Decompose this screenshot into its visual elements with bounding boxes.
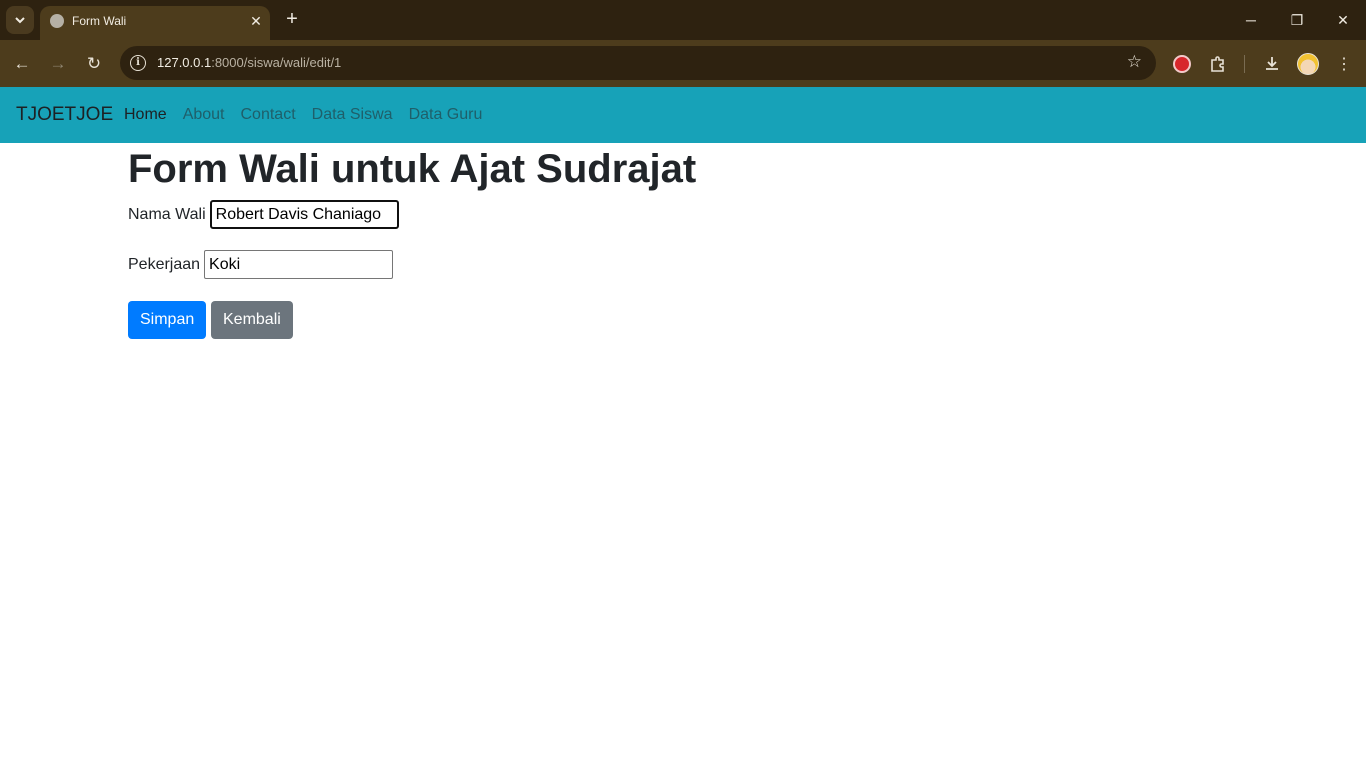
minimize-icon[interactable]: ─: [1236, 8, 1266, 32]
page-title: Form Wali untuk Ajat Sudrajat: [128, 147, 697, 191]
browser-tab[interactable]: Form Wali ✕: [40, 6, 270, 40]
url-text[interactable]: 127.0.0.1:8000/siswa/wali/edit/1: [157, 55, 341, 70]
puzzle-icon[interactable]: [1204, 50, 1232, 78]
back-arrow-icon[interactable]: ←: [8, 50, 36, 78]
save-button[interactable]: Simpan: [128, 301, 207, 339]
url-path: :8000/siswa/wali/edit/1: [211, 55, 342, 70]
tab-search-button[interactable]: [6, 6, 34, 34]
nav-link-home[interactable]: Home: [124, 106, 167, 124]
pekerjaan-label: Pekerjaan: [128, 255, 201, 273]
pekerjaan-field[interactable]: [204, 250, 394, 279]
back-button[interactable]: Kembali: [211, 301, 293, 339]
star-icon[interactable]: ☆: [1127, 52, 1142, 72]
close-icon[interactable]: ✕: [247, 12, 265, 30]
nama-wali-row: Nama Wali: [128, 200, 399, 229]
nav-link-data-siswa[interactable]: Data Siswa: [312, 106, 393, 124]
avatar[interactable]: [1294, 50, 1322, 78]
chevron-down-icon: [15, 17, 25, 24]
pekerjaan-row: Pekerjaan: [128, 250, 394, 279]
forward-arrow-icon[interactable]: →: [44, 50, 72, 78]
window-close-icon[interactable]: ✕: [1328, 8, 1358, 32]
kebab-menu-icon[interactable]: ⋮: [1330, 50, 1358, 78]
navbar-brand[interactable]: TJOETJOE: [16, 104, 113, 126]
toolbar-divider: [1244, 55, 1245, 73]
nav-links: Home About Contact Data Siswa Data Guru: [124, 106, 482, 124]
nav-link-about[interactable]: About: [183, 106, 225, 124]
nav-link-contact[interactable]: Contact: [241, 106, 296, 124]
url-host: 127.0.0.1: [157, 55, 212, 70]
site-navbar: TJOETJOE Home About Contact Data Siswa D…: [0, 87, 1366, 143]
browser-tab-bar: Form Wali ✕ + ─ ❐ ✕: [0, 0, 1366, 40]
download-icon[interactable]: [1258, 50, 1286, 78]
nav-link-data-guru[interactable]: Data Guru: [409, 106, 483, 124]
tab-title: Form Wali: [72, 14, 127, 28]
address-bar[interactable]: i 127.0.0.1:8000/siswa/wali/edit/1 ☆: [120, 46, 1156, 80]
globe-icon: [50, 14, 64, 28]
browser-toolbar: ← → ↻ i 127.0.0.1:8000/siswa/wali/edit/1…: [0, 40, 1366, 87]
extension-icon[interactable]: [1168, 50, 1196, 78]
plus-icon[interactable]: +: [282, 8, 302, 32]
nama-wali-field[interactable]: [209, 200, 399, 229]
reload-icon[interactable]: ↻: [80, 50, 108, 78]
nama-wali-label: Nama Wali: [128, 205, 206, 223]
info-icon[interactable]: i: [130, 55, 146, 71]
restore-icon[interactable]: ❐: [1282, 8, 1312, 32]
